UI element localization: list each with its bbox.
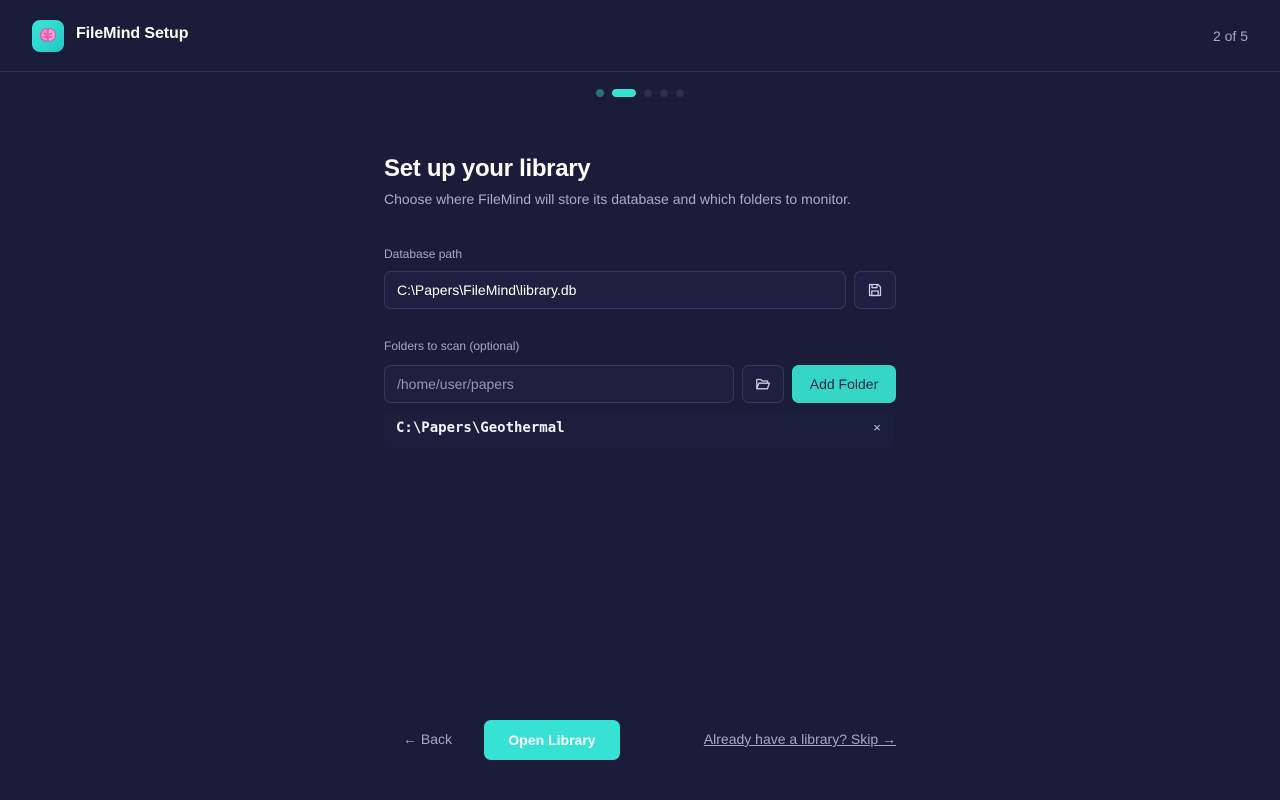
skip-link[interactable]: Already have a library? Skip → [704, 731, 896, 747]
database-path-input[interactable] [384, 271, 846, 309]
app-logo [32, 20, 64, 52]
remove-folder-button[interactable]: × [870, 420, 884, 438]
folder-browse-button[interactable] [742, 365, 784, 403]
progress-dot-1 [596, 89, 604, 97]
header: FileMind Setup 2 of 5 [0, 0, 1280, 72]
open-library-button[interactable]: Open Library [484, 720, 620, 760]
folder-list-item: C:\Papers\Geothermal × [384, 411, 894, 447]
progress-dot-4 [660, 89, 668, 97]
back-button[interactable]: ← Back [403, 731, 452, 747]
brain-icon [39, 28, 57, 42]
folders-label: Folders to scan (optional) [384, 339, 520, 353]
progress-dots [596, 89, 684, 97]
app-title: FileMind Setup [76, 25, 189, 42]
progress-dot-5 [676, 89, 684, 97]
main-content: Set up your library Choose where FileMin… [384, 154, 896, 208]
progress-dot-2 [612, 89, 636, 97]
setup-window: FileMind Setup 2 of 5 Set up your librar… [0, 0, 1280, 800]
database-browse-button[interactable] [854, 271, 896, 309]
folder-open-icon [756, 378, 771, 390]
folder-path: C:\Papers\Geothermal [396, 420, 565, 436]
add-folder-button[interactable]: Add Folder [792, 365, 896, 403]
page-title: Set up your library [384, 155, 591, 182]
progress-dot-3 [644, 89, 652, 97]
step-counter: 2 of 5 [1212, 28, 1248, 44]
save-icon [868, 283, 882, 297]
page-subtitle: Choose where FileMind will store its dat… [384, 191, 851, 207]
folder-path-input[interactable] [384, 365, 734, 403]
database-path-label: Database path [384, 247, 463, 261]
